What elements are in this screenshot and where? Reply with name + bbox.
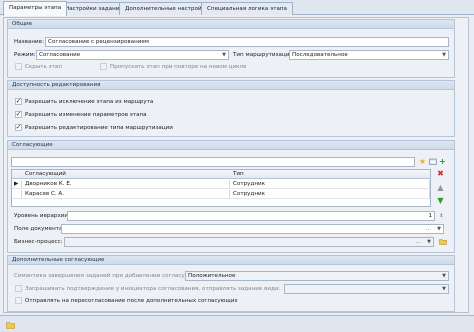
doc-field-ellipsis[interactable]: ... (426, 225, 431, 233)
business-process-ellipsis[interactable]: ... (416, 238, 421, 246)
mode-select[interactable]: Согласование ▼ (36, 50, 229, 60)
table-row-approver[interactable]: Карасев С. А. (22, 190, 230, 199)
edit-access-group-header: Доступность редактирования (8, 81, 454, 90)
extra-approvers-group-header: Дополнительные согласующие (8, 256, 454, 265)
chevron-down-icon[interactable]: ▼ (425, 238, 433, 246)
row-marker: ▶ (12, 180, 22, 189)
semantics-value: Положительное (188, 273, 236, 279)
doc-field-select[interactable]: ... ▼ (61, 224, 444, 234)
request-confirm-checkbox[interactable] (15, 285, 22, 292)
allow-route-type-label: Разрешить редактирование типа маршрутиза… (25, 125, 173, 131)
add-icon[interactable]: + (438, 157, 447, 166)
folder-open-icon[interactable] (428, 157, 437, 166)
table-row-approver[interactable]: Дворников К. Е. (22, 180, 230, 189)
allow-exclude-checkbox[interactable] (15, 98, 22, 105)
allow-route-type-checkbox[interactable] (15, 124, 22, 131)
allow-exclude-label: Разрешить исключение этапа из маршрута (25, 99, 154, 105)
approvers-group-header: Согласующие (8, 141, 454, 150)
skip-stage-label: Пропускать этап при повторе на новом цик… (110, 64, 247, 70)
business-process-select[interactable]: ... ▼ (64, 237, 434, 247)
approvers-table: Согласующий Тип ▶ Дворников К. Е. Сотруд… (11, 169, 431, 207)
hide-stage-label: Скрыть этап (25, 64, 62, 70)
column-type[interactable]: Тип (230, 170, 430, 179)
table-row-type[interactable]: Сотрудник (230, 180, 430, 189)
table-header-marker (12, 170, 22, 179)
name-label: Название: (14, 39, 44, 45)
request-task-type-select[interactable]: ▼ (284, 284, 449, 294)
chevron-down-icon[interactable]: ▼ (440, 285, 448, 293)
route-type-label: Тип маршрутизации: (233, 52, 295, 58)
route-type-select[interactable]: Последовательное ▼ (289, 50, 449, 60)
allow-params-label: Разрешить изменение параметров этапа (25, 112, 147, 118)
arrow-up-icon[interactable]: ▲ (436, 183, 445, 192)
hide-stage-checkbox[interactable] (15, 63, 22, 70)
row-marker (12, 190, 22, 199)
chevron-down-icon[interactable]: ▼ (440, 51, 448, 59)
general-group-header: Общие (8, 20, 454, 29)
skip-stage-checkbox[interactable] (100, 63, 107, 70)
approver-search-input[interactable] (11, 157, 415, 167)
mode-value: Согласование (39, 52, 81, 58)
chevron-down-icon[interactable]: ▼ (435, 225, 443, 233)
resend-checkbox[interactable] (15, 297, 22, 304)
route-type-value: Последовательное (292, 52, 348, 58)
table-row-type[interactable]: Сотрудник (230, 190, 430, 199)
chevron-down-icon[interactable]: ▼ (440, 272, 448, 280)
allow-params-checkbox[interactable] (15, 111, 22, 118)
tab-stage-params[interactable]: Параметры этапа (3, 1, 68, 16)
hierarchy-level-input[interactable]: 1 (67, 211, 435, 221)
folder-icon[interactable] (6, 320, 15, 329)
tab-bar: Параметры этапа Настройки заданий Дополн… (0, 0, 474, 16)
semantics-select[interactable]: Положительное ▼ (185, 271, 449, 281)
spinner-icon[interactable]: ⇕ (437, 211, 446, 220)
mode-label: Режим: (14, 52, 36, 58)
business-process-label: Бизнес-процесс: (14, 239, 63, 245)
column-approver[interactable]: Согласующий (22, 170, 230, 179)
semantics-label: Семантика завершения заданий при добавле… (14, 273, 204, 279)
hierarchy-level-value: 1 (428, 213, 432, 219)
delete-icon[interactable]: ✖ (436, 169, 445, 178)
resend-label: Отправлять на пересогласование после доп… (25, 298, 238, 304)
bottom-toolbar (0, 315, 474, 332)
hierarchy-level-label: Уровень иерархии: (14, 213, 70, 219)
request-confirm-label: Запрашивать подтверждение у инициатора с… (25, 286, 281, 292)
name-input[interactable]: Согласование с рецензированием (45, 37, 449, 47)
tab-special-logic[interactable]: Специальная логика этапа (201, 2, 293, 15)
doc-field-label: Поле документа: (14, 226, 65, 232)
star-icon[interactable]: ★ (418, 157, 427, 166)
folder-icon[interactable] (438, 237, 447, 246)
arrow-down-icon[interactable]: ▼ (436, 196, 445, 205)
chevron-down-icon[interactable]: ▼ (220, 51, 228, 59)
